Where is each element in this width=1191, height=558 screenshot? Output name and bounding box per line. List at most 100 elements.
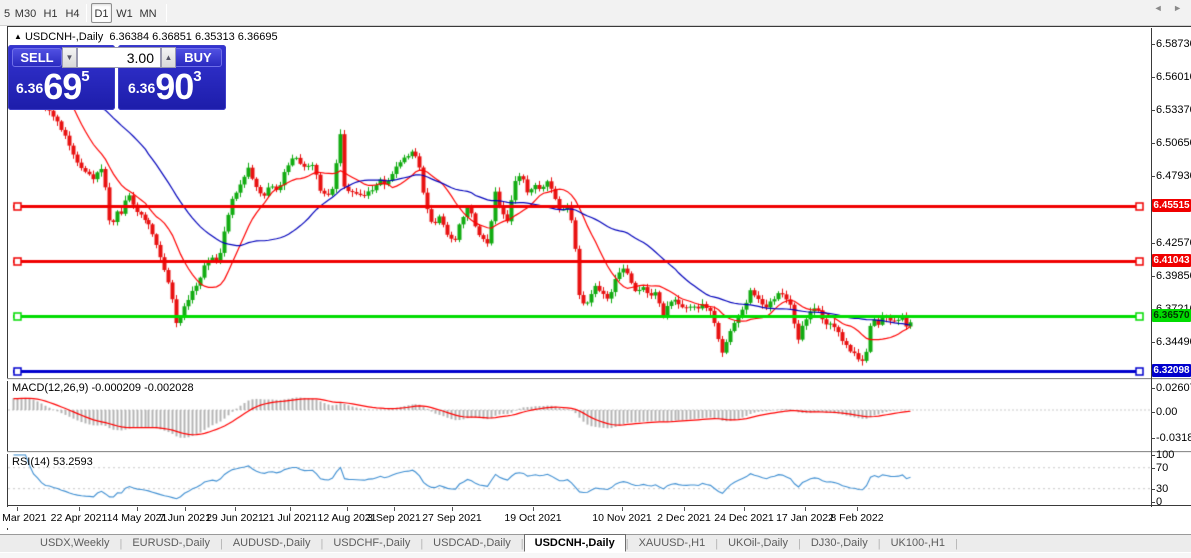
date-label: 8 Feb 2022 (830, 512, 884, 524)
pane-bottom-border (7, 505, 1191, 506)
tab-eurusd-[interactable]: EURUSD-,Daily (122, 536, 220, 551)
volume-input[interactable] (77, 47, 161, 68)
tab-uk100-[interactable]: UK100-,H1 (881, 536, 955, 551)
buy-button[interactable]: BUY (174, 48, 222, 67)
triangle-up-icon: ▲ (164, 53, 173, 62)
toolbar-separator (86, 4, 87, 22)
macd-tick-mark (1151, 438, 1155, 439)
date-tick-mark (452, 507, 453, 511)
sell-price[interactable]: 6.36695 (16, 66, 90, 108)
price-tick-label: 6.53370 (1156, 104, 1191, 116)
price-tick-mark (1151, 143, 1155, 144)
macd-tick-label: -0.03187 (1156, 432, 1191, 444)
macd-tick-label: 0.00 (1156, 406, 1178, 418)
tab-ukoil-[interactable]: UKOil-,Daily (718, 536, 798, 551)
price-tick-mark (1151, 77, 1155, 78)
macd-tick-mark (1151, 412, 1155, 413)
price-tick-mark (1151, 243, 1155, 244)
chart-symbol-label: USDCNH-,Daily (24, 31, 104, 43)
price-level-badge: 6.41043 (1152, 254, 1191, 267)
date-label: 7 Jun 2021 (159, 512, 211, 524)
price-tick-mark (1151, 110, 1155, 111)
macd-label: MACD(12,26,9) -0.000209 -0.002028 (12, 382, 194, 394)
chart-window-border-top (7, 26, 1191, 27)
price-tick-label: 6.50650 (1156, 137, 1191, 149)
timeframe-button-h4[interactable]: H4 (62, 3, 83, 23)
tab-dj30-[interactable]: DJ30-,Daily (801, 536, 878, 551)
date-label: 21 Jul 2021 (262, 512, 318, 524)
price-tick-mark (1151, 342, 1155, 343)
price-tick-mark (1151, 176, 1155, 177)
tab-xauusd-[interactable]: XAUUSD-,H1 (629, 536, 716, 551)
chart-ohlc-values: 6.36384 6.36851 6.35313 6.36695 (109, 31, 278, 43)
timeframe-button-mn[interactable]: MN (137, 3, 159, 23)
date-axis[interactable]: 30 Mar 202122 Apr 202114 May 20217 Jun 2… (0, 507, 1191, 528)
tab-usdchf-[interactable]: USDCHF-,Daily (323, 536, 420, 551)
price-level-badge: 6.36570 (1152, 309, 1191, 322)
macd-tick-label: 0.02607 (1156, 382, 1191, 394)
date-tick-mark (394, 507, 395, 511)
date-tick-mark (185, 507, 186, 511)
price-tick-label: 6.34490 (1156, 336, 1191, 348)
timeframe-button-w1[interactable]: W1 (114, 3, 135, 23)
date-tick-mark (17, 507, 18, 511)
rsi-tick-label: 70 (1156, 462, 1169, 474)
date-label: 24 Dec 2021 (714, 512, 774, 524)
price-tick-label: 6.39850 (1156, 270, 1191, 282)
terminal-window: 5 M30 H1 H4 D1 W1 MN ▲ USDCNH-,Daily 6.36384 6… (0, 0, 1191, 558)
sell-price-small: 6.36 (16, 80, 44, 96)
date-tick-mark (684, 507, 685, 511)
rsi-tick-mark (1151, 468, 1155, 469)
date-label: 27 Sep 2021 (422, 512, 482, 524)
date-tick-mark (347, 507, 348, 511)
tab-usdcnh-[interactable]: USDCNH-,Daily (523, 533, 626, 552)
date-label: 29 Jun 2021 (206, 512, 264, 524)
date-label: 19 Oct 2021 (504, 512, 562, 524)
sell-button[interactable]: SELL (12, 48, 62, 67)
volume-decrease-button[interactable]: ▼ (62, 47, 77, 68)
volume-increase-button[interactable]: ▲ (161, 47, 176, 68)
timeframe-toolbar: 5 M30 H1 H4 D1 W1 MN (0, 0, 1191, 26)
tab-separator: | (954, 537, 958, 550)
rsi-tick-mark (1151, 455, 1155, 456)
chart-tab-bar: USDX,Weekly | EURUSD-,Daily | AUDUSD-,Daily |… (0, 533, 1191, 552)
one-click-trade-panel: SELL BUY ▼ ▲ 6.36695 6.36903 (8, 45, 226, 110)
date-tick-mark (857, 507, 858, 511)
date-label: 3 Sep 2021 (367, 512, 421, 524)
date-tick-mark (235, 507, 236, 511)
tab-usdcad-[interactable]: USDCAD-,Daily (423, 536, 521, 551)
timeframe-button-m30[interactable]: M30 (12, 3, 39, 23)
date-label: 22 Apr 2021 (50, 512, 108, 524)
bottom-strip (0, 552, 1191, 558)
price-tick-label: 6.47930 (1156, 170, 1191, 182)
buy-price-big: 90 (155, 66, 194, 107)
triangle-down-icon: ▼ (65, 53, 74, 62)
tab-usdx[interactable]: USDX,Weekly (30, 536, 119, 551)
rsi-tick-mark (1151, 502, 1155, 503)
date-tick-mark (290, 507, 291, 511)
collapse-arrow-icon[interactable]: ▲ (14, 32, 22, 41)
chart-title: ▲ USDCNH-,Daily 6.36384 6.36851 6.35313 … (14, 31, 278, 43)
timeframe-button-d1[interactable]: D1 (91, 3, 112, 23)
price-tick-label: 6.42570 (1156, 237, 1191, 249)
tab-scroll-arrows[interactable]: ◄ ► (1154, 3, 1186, 13)
buy-price-sup: 3 (193, 68, 202, 85)
price-tick-mark (1151, 276, 1155, 277)
rsi-tick-label: 100 (1156, 449, 1175, 461)
date-tick-mark (805, 507, 806, 511)
price-tick-mark (1151, 44, 1155, 45)
buy-price-small: 6.36 (128, 80, 156, 96)
date-tick-mark (137, 507, 138, 511)
sell-price-big: 69 (43, 66, 82, 107)
timeframe-button-h1[interactable]: H1 (40, 3, 61, 23)
date-tick-mark (744, 507, 745, 511)
buy-price[interactable]: 6.36903 (128, 66, 202, 108)
tab-audusd-[interactable]: AUDUSD-,Daily (223, 536, 321, 551)
price-level-badge: 6.45515 (1152, 199, 1191, 212)
timeframe-button-5[interactable]: 5 (2, 3, 12, 23)
rsi-label: RSI(14) 53.2593 (12, 456, 93, 468)
date-tick-mark (79, 507, 80, 511)
rsi-tick-label: 30 (1156, 483, 1169, 495)
date-label: 10 Nov 2021 (592, 512, 652, 524)
rsi-pane[interactable] (8, 454, 1151, 505)
